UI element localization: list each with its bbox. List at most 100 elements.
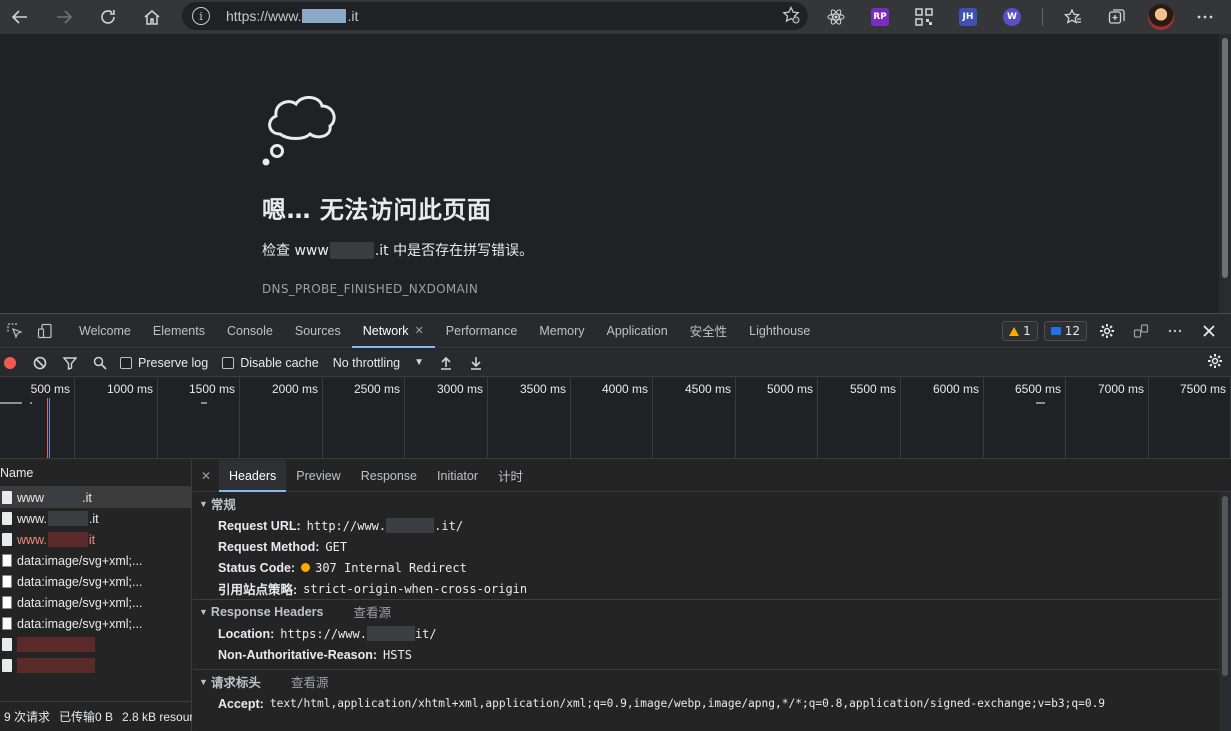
close-tab-icon[interactable]: ✕ bbox=[415, 324, 424, 337]
accept-value[interactable]: text/html,application/xhtml+xml,applicat… bbox=[270, 697, 1105, 710]
detail-tabbar: ✕ Headers Preview Response Initiator 计时 bbox=[193, 459, 1231, 492]
redacted-domain bbox=[47, 532, 88, 547]
request-headers-section-header[interactable]: ▼ 请求标头 查看源 bbox=[193, 670, 1231, 693]
name-column-header[interactable]: Name bbox=[0, 460, 191, 487]
network-timeline-overview[interactable]: 500 ms 1000 ms 1500 ms 2000 ms 2500 ms 3000 m… bbox=[0, 378, 1231, 459]
page-scrollbar[interactable] bbox=[1219, 34, 1231, 313]
response-headers-section-header[interactable]: ▼ Response Headers 查看源 bbox=[193, 600, 1231, 623]
timeline-gridline bbox=[74, 378, 75, 458]
home-icon[interactable] bbox=[138, 3, 166, 31]
collections-icon[interactable] bbox=[1103, 3, 1131, 31]
request-row[interactable]: data:image/svg+xml;... bbox=[0, 550, 191, 571]
view-source-link[interactable]: 查看源 bbox=[353, 602, 391, 621]
referrer-policy-value[interactable]: strict-origin-when-cross-origin bbox=[303, 582, 527, 596]
request-row[interactable]: data:image/svg+xml;... bbox=[0, 592, 191, 613]
export-har-icon[interactable] bbox=[466, 353, 486, 373]
timeline-gridline bbox=[570, 378, 571, 458]
request-row[interactable]: data:image/svg+xml;... bbox=[0, 613, 191, 634]
qr-code-icon[interactable] bbox=[910, 3, 938, 31]
info-icon[interactable]: i bbox=[192, 7, 210, 25]
request-row[interactable]: www. it bbox=[0, 529, 191, 550]
clear-icon[interactable] bbox=[30, 353, 50, 373]
tab-response[interactable]: Response bbox=[351, 460, 427, 492]
tab-network[interactable]: Network ✕ bbox=[351, 314, 435, 348]
non-authoritative-reason-row: Non-Authoritative-Reason: HSTS bbox=[193, 644, 1231, 665]
timeline-tick-label: 5000 ms bbox=[766, 382, 813, 396]
record-button[interactable] bbox=[4, 356, 16, 369]
w-extension-icon[interactable]: W bbox=[998, 3, 1026, 31]
response-headers-title: Response Headers bbox=[210, 604, 324, 619]
location-value[interactable]: https://www. it/ bbox=[280, 626, 437, 641]
general-section-header[interactable]: ▼ 常规 bbox=[193, 492, 1231, 515]
tab-memory[interactable]: Memory bbox=[528, 314, 595, 348]
network-settings-icon[interactable] bbox=[1207, 353, 1223, 374]
jh-extension-icon[interactable]: JH bbox=[954, 3, 982, 31]
tab-timing[interactable]: 计时 bbox=[488, 460, 533, 492]
device-toolbar-icon[interactable] bbox=[30, 314, 60, 348]
favorites-icon[interactable] bbox=[1059, 3, 1087, 31]
preserve-log-checkbox[interactable] bbox=[120, 356, 132, 369]
accept-row: Accept: text/html,application/xhtml+xml,… bbox=[193, 693, 1231, 714]
resources-size: 2.8 kB resour bbox=[122, 709, 192, 724]
url-text[interactable]: https://www. .it bbox=[226, 8, 358, 24]
filter-icon[interactable] bbox=[60, 353, 80, 373]
page-content bbox=[0, 34, 1231, 313]
location-suffix: it/ bbox=[414, 626, 437, 641]
settings-icon[interactable] bbox=[1093, 317, 1121, 345]
request-row[interactable] bbox=[0, 655, 191, 676]
request-row[interactable]: www. .it bbox=[0, 508, 191, 529]
add-favorite-icon[interactable] bbox=[782, 5, 800, 28]
tab-performance[interactable]: Performance bbox=[435, 314, 529, 348]
tab-headers[interactable]: Headers bbox=[219, 459, 287, 492]
tab-security[interactable]: 安全性 bbox=[679, 314, 739, 348]
devtools-tabbar: Welcome Elements Console Sources Network… bbox=[0, 314, 1231, 348]
request-row[interactable] bbox=[0, 634, 191, 655]
timeline-bar bbox=[201, 402, 207, 404]
more-options-icon[interactable] bbox=[1161, 317, 1189, 345]
request-row[interactable]: www .it bbox=[0, 487, 191, 508]
tab-sources[interactable]: Sources bbox=[284, 314, 352, 348]
request-url-value[interactable]: http://www. .it/ bbox=[307, 518, 463, 533]
tab-initiator[interactable]: Initiator bbox=[427, 460, 488, 492]
url-prefix: https://www. bbox=[226, 8, 302, 24]
tab-preview[interactable]: Preview bbox=[286, 460, 350, 492]
back-icon[interactable] bbox=[6, 3, 34, 31]
import-har-icon[interactable] bbox=[436, 353, 456, 373]
rp-extension-icon[interactable]: RP bbox=[866, 3, 894, 31]
close-devtools-icon[interactable] bbox=[1195, 317, 1223, 345]
request-method-value[interactable]: GET bbox=[325, 540, 347, 554]
dropdown-caret-icon: ▼ bbox=[414, 357, 425, 368]
disable-cache-checkbox[interactable] bbox=[222, 356, 235, 369]
tab-lighthouse[interactable]: Lighthouse bbox=[738, 314, 821, 348]
address-bar[interactable]: i https://www. .it bbox=[182, 2, 808, 30]
timeline-tick-label: 2500 ms bbox=[353, 382, 400, 396]
messages-badge[interactable]: 12 bbox=[1043, 321, 1087, 341]
view-source-link[interactable]: 查看源 bbox=[291, 672, 329, 691]
throttling-select[interactable]: No throttling ▼ bbox=[333, 356, 424, 370]
messages-count: 12 bbox=[1064, 324, 1080, 338]
tab-welcome[interactable]: Welcome bbox=[68, 314, 142, 348]
timeline-gridline bbox=[652, 378, 653, 458]
tab-elements[interactable]: Elements bbox=[142, 314, 216, 348]
detail-scrollbar[interactable] bbox=[1219, 492, 1231, 731]
close-detail-icon[interactable]: ✕ bbox=[193, 469, 219, 483]
tab-application[interactable]: Application bbox=[596, 314, 679, 348]
non-authoritative-reason-value[interactable]: HSTS bbox=[383, 648, 412, 662]
forward-icon[interactable] bbox=[50, 3, 78, 31]
inspect-element-icon[interactable] bbox=[0, 314, 30, 348]
request-row[interactable]: data:image/svg+xml;... bbox=[0, 571, 191, 592]
more-menu-icon[interactable] bbox=[1191, 3, 1219, 31]
request-url-label: Request URL: bbox=[218, 518, 301, 533]
search-icon[interactable] bbox=[90, 353, 110, 373]
refresh-icon[interactable] bbox=[94, 3, 122, 31]
connect-device-icon[interactable] bbox=[1127, 317, 1155, 345]
redacted-request-name bbox=[17, 637, 95, 652]
document-icon bbox=[2, 659, 12, 672]
warnings-badge[interactable]: 1 bbox=[1002, 321, 1038, 341]
tab-console[interactable]: Console bbox=[216, 314, 284, 348]
profile-avatar[interactable] bbox=[1147, 3, 1175, 31]
react-devtools-icon[interactable] bbox=[822, 3, 850, 31]
timeline-tick-label: 4500 ms bbox=[684, 382, 731, 396]
status-code-value[interactable]: 307 Internal Redirect bbox=[301, 561, 467, 575]
collapse-triangle-icon: ▼ bbox=[199, 676, 208, 687]
